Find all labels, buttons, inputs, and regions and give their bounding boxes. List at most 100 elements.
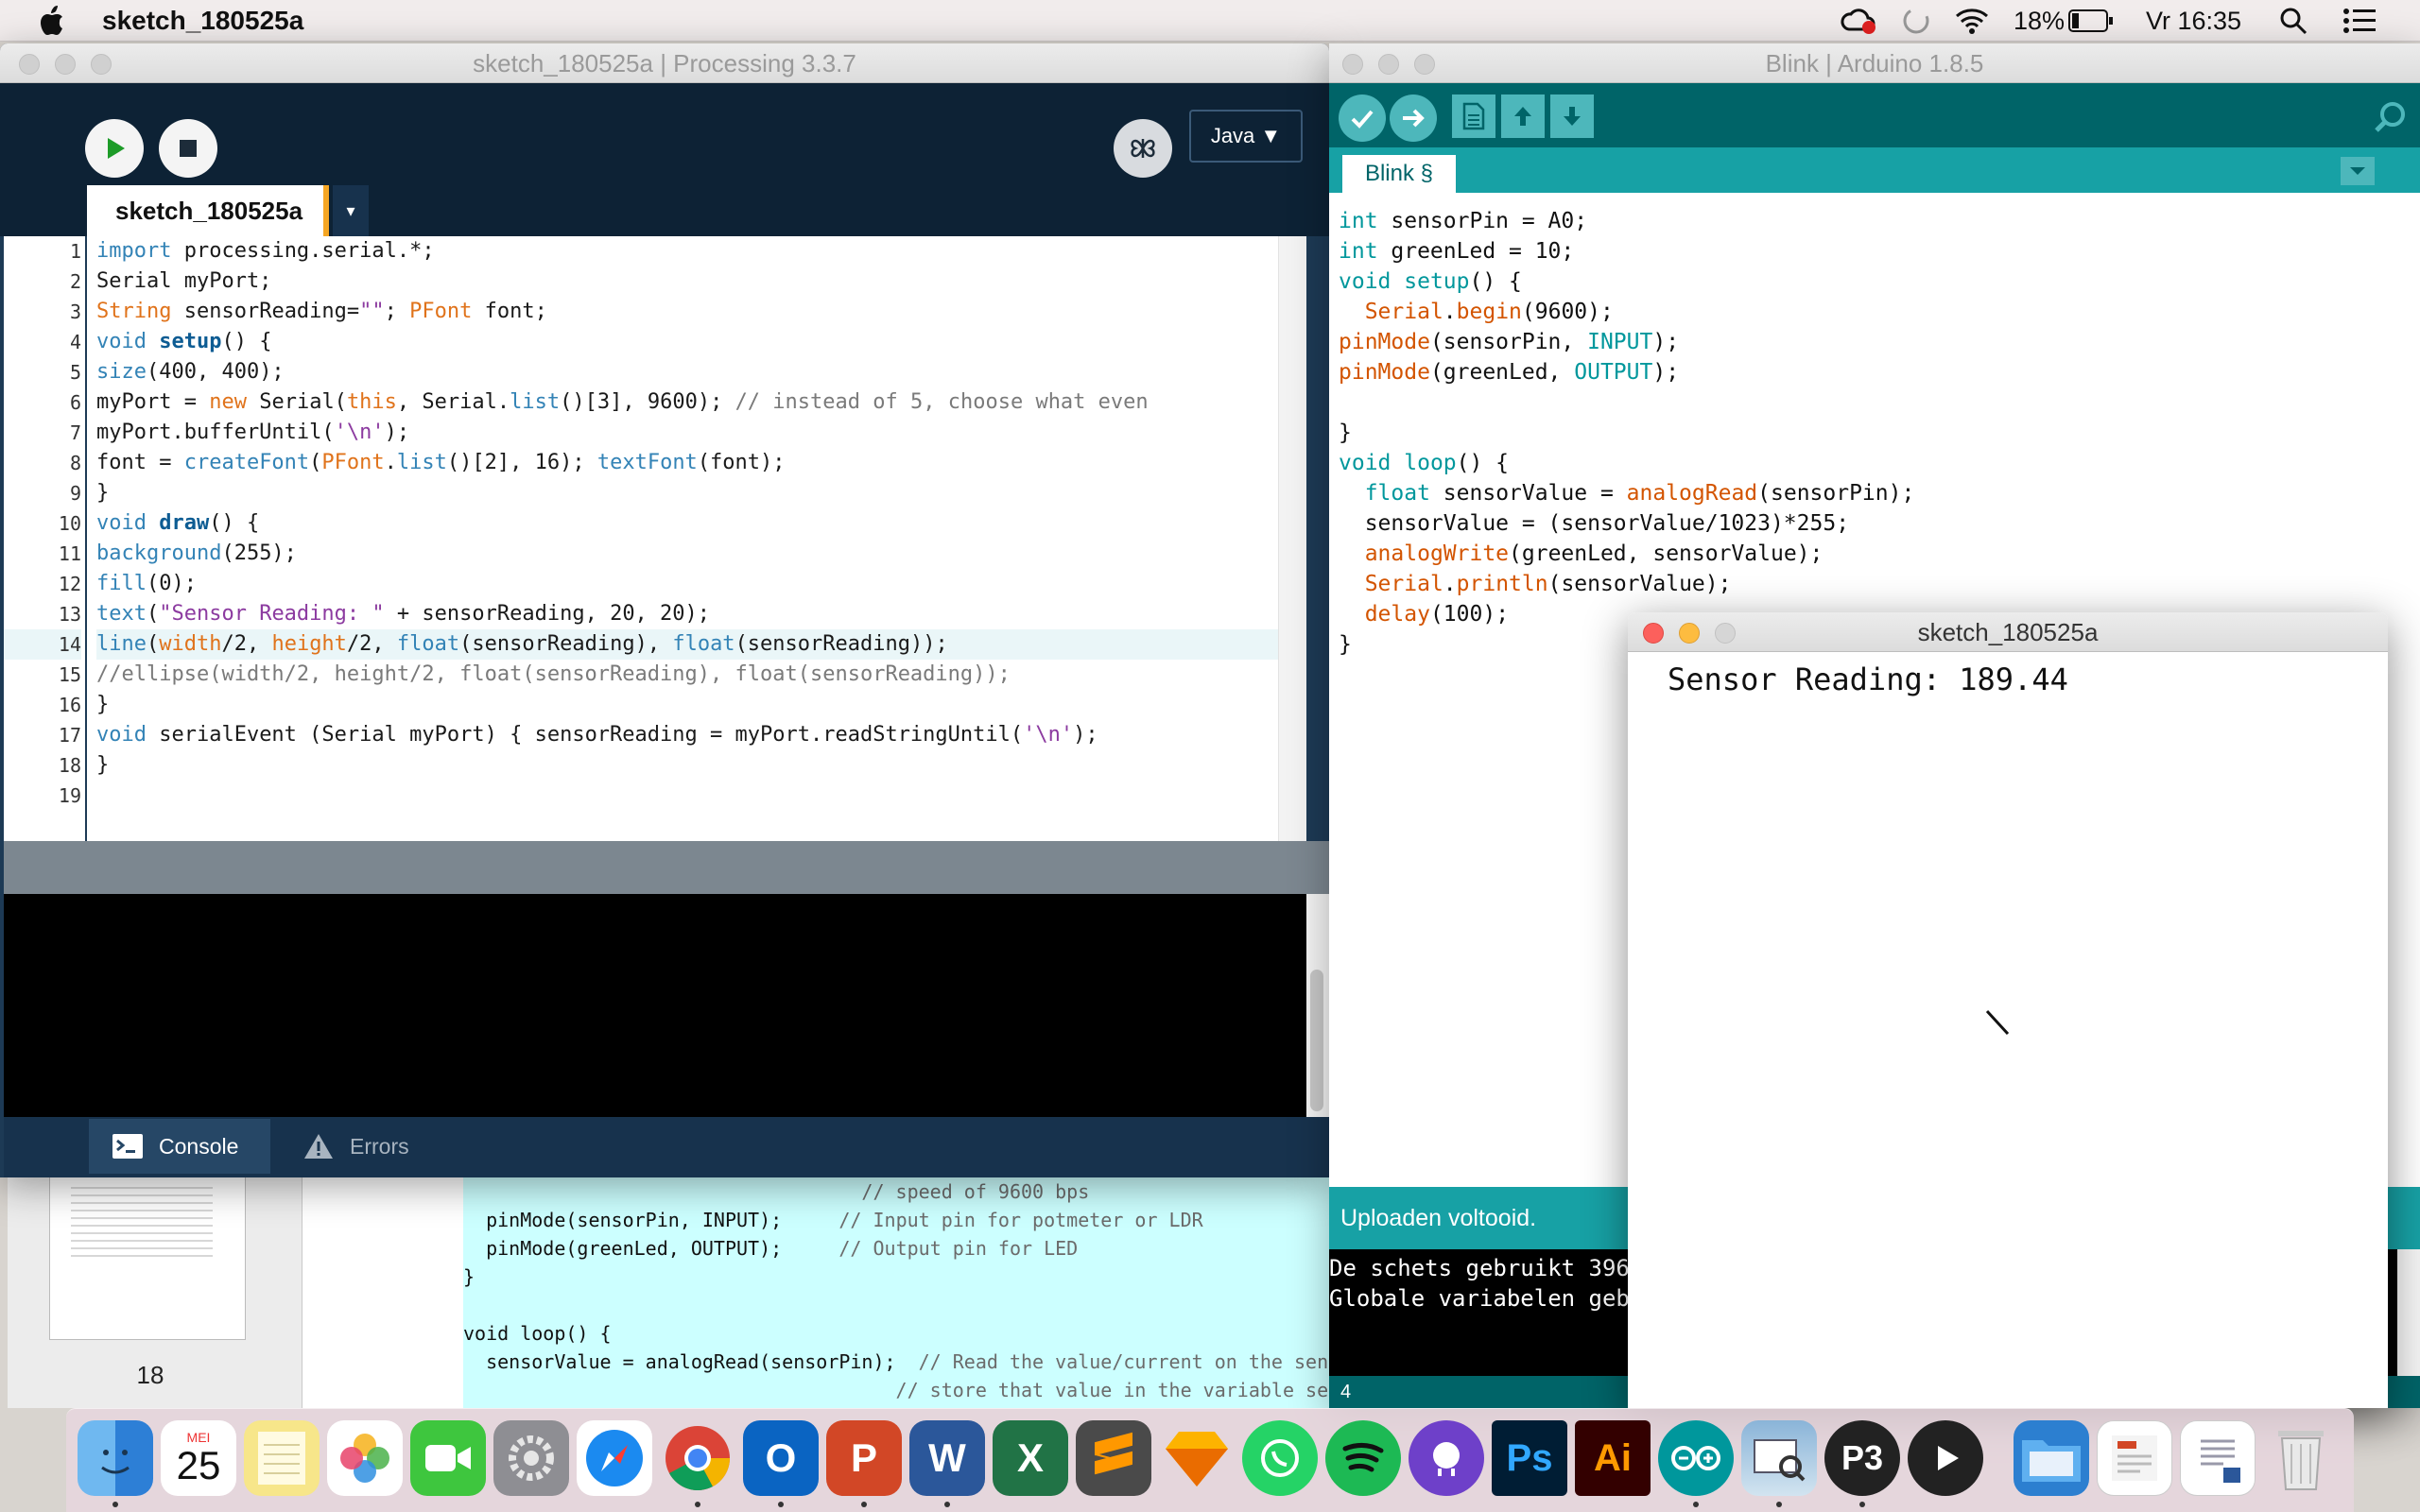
recent-word-document-icon[interactable] [2180,1420,2256,1496]
console-output[interactable] [4,894,1306,1117]
battery-percentage: 18% [2014,6,2066,35]
sublime-text-icon[interactable] [1076,1420,1151,1496]
line-number: 4 [69,331,81,353]
background-document-window[interactable]: 18 // speed of 9600 bps pinMode(sensorPi… [8,1172,1331,1408]
upload-button[interactable] [1390,94,1437,142]
tab-sketch[interactable]: sketch_180525a [87,185,329,236]
code-text: void loop() { [463,1322,612,1345]
clock[interactable]: Vr 16:35 [2146,0,2241,42]
chevron-down-icon [2350,167,2365,175]
arduino-icon[interactable] [1658,1420,1734,1496]
code-line-4: void setup() { [96,330,272,353]
preview-icon[interactable] [1741,1420,1817,1496]
photoshop-icon[interactable]: Ps [1492,1420,1567,1496]
spotify-icon[interactable] [1325,1420,1401,1496]
github-desktop-icon[interactable] [1409,1420,1484,1496]
excel-icon[interactable]: X [993,1420,1068,1496]
console-scroll-thumb[interactable] [1310,970,1323,1111]
wifi-icon[interactable] [1953,0,1991,42]
code-line: pinMode(greenLed, OUTPUT); [1339,360,1680,385]
sketch-output-window[interactable]: sketch_180525a Sensor Reading: 189.44 [1628,612,2388,1408]
processing-window[interactable]: sketch_180525a | Processing 3.3.7 Java ▼… [0,43,1329,1177]
facetime-icon[interactable] [410,1420,486,1496]
apple-menu-icon[interactable] [38,4,70,38]
line-number: 8 [69,452,81,474]
document-code-line: void loop() { [463,1319,1331,1348]
spotlight-search-icon[interactable] [2278,0,2308,42]
code-line-15: //ellipse(width/2, height/2, float(senso… [96,662,1011,686]
line-number: 18 [58,754,81,777]
downloads-folder-icon[interactable] [2014,1420,2089,1496]
outlook-icon[interactable]: O [743,1420,819,1496]
code-line-6: myPort = new Serial(this, Serial.list()[… [96,390,1149,414]
calendar-icon[interactable]: MEI 25 [161,1420,236,1496]
powerpoint-icon[interactable]: P [826,1420,902,1496]
finder-icon[interactable] [78,1420,153,1496]
new-sketch-button[interactable] [1452,94,1495,138]
tab-menu-button[interactable]: ▾ [333,185,369,236]
code-area[interactable]: import processing.serial.*; Serial myPor… [96,236,1278,841]
processing-window-title: sketch_180525a | Processing 3.3.7 [473,49,856,77]
quicktime-icon[interactable] [1908,1420,1983,1496]
calendar-day: 25 [176,1443,221,1487]
butterfly-debug-icon [1131,139,1155,158]
safari-icon[interactable] [577,1420,652,1496]
line-number: 12 [58,573,81,595]
processing-title-bar[interactable]: sketch_180525a | Processing 3.3.7 [0,43,1329,83]
notes-icon[interactable] [244,1420,320,1496]
whatsapp-icon[interactable] [1242,1420,1318,1496]
page-thumbnail[interactable] [49,1172,246,1340]
document-code-line: pinMode(sensorPin, INPUT); // Input pin … [463,1206,1331,1234]
serial-monitor-button[interactable] [2369,94,2412,138]
active-app-name[interactable]: sketch_180525a [102,6,303,36]
run-button[interactable] [85,119,144,178]
mode-selector[interactable]: Java ▼ [1189,110,1303,163]
sketch-app-icon[interactable] [1159,1420,1235,1496]
notification-center-icon[interactable] [2342,0,2377,42]
editor-scrollbar[interactable] [1278,236,1306,841]
page-number: 18 [136,1361,164,1389]
processing-icon[interactable]: P3 [1824,1420,1900,1496]
photos-icon[interactable] [327,1420,403,1496]
recent-document-icon[interactable] [2097,1420,2172,1496]
word-icon[interactable]: W [909,1420,985,1496]
creative-cloud-icon[interactable] [1840,0,1877,42]
system-preferences-icon[interactable] [493,1420,569,1496]
illustrator-icon[interactable]: Ai [1575,1420,1651,1496]
errors-tab-label: Errors [350,1133,409,1159]
drawn-line [1985,1009,2010,1036]
save-sketch-button[interactable] [1550,94,1594,138]
arduino-title-bar[interactable]: Blink | Arduino 1.8.5 [1329,43,2420,83]
page-thumbnails-sidebar[interactable]: 18 [8,1172,302,1408]
code-line: void setup() { [1339,269,1522,294]
tab-blink[interactable]: Blink § [1342,155,1456,193]
document-code-line: // store that value in the variable se [463,1376,1331,1404]
sync-icon[interactable] [1900,0,1932,42]
code-text: sensorValue = analogRead(sensorPin); [463,1350,896,1373]
stop-button[interactable] [159,119,217,178]
code-comment: // Input pin for potmeter or LDR [782,1209,1203,1231]
code-editor[interactable]: 1 2 3 4 5 6 7 8 9 10 11 12 13 14 15 16 17 18 19 import pro… [4,236,1306,841]
line-number: 5 [69,361,81,384]
open-sketch-button[interactable] [1501,94,1545,138]
chrome-icon[interactable] [660,1420,735,1496]
tab-console[interactable]: Console [89,1119,270,1174]
arduino-console-scrollbar[interactable] [2397,1249,2420,1376]
code-comment: // speed of 9600 bps [463,1180,1090,1203]
arrow-up-icon [1514,107,1531,126]
debug-button[interactable] [1114,119,1172,178]
menu-bar: sketch_180525a 18% Vr 16:35 [0,0,2420,42]
code-line-5: size(400, 400); [96,360,285,384]
tab-menu-button[interactable] [2341,157,2375,185]
tab-errors[interactable]: Errors [284,1119,452,1174]
line-number: 2 [69,270,81,293]
message-area[interactable] [4,841,1329,894]
code-line-11: background(255); [96,541,297,565]
document-code-line: sensorValue = analogRead(sensorPin); // … [463,1348,1331,1376]
trash-icon[interactable] [2263,1420,2339,1496]
code-line: float sensorValue = analogRead(sensorPin… [1364,481,1915,506]
line-number-gutter: 1 2 3 4 5 6 7 8 9 10 11 12 13 14 15 16 17 18 19 [4,236,87,841]
verify-button[interactable] [1339,94,1386,142]
battery-icon[interactable] [2068,0,2114,42]
